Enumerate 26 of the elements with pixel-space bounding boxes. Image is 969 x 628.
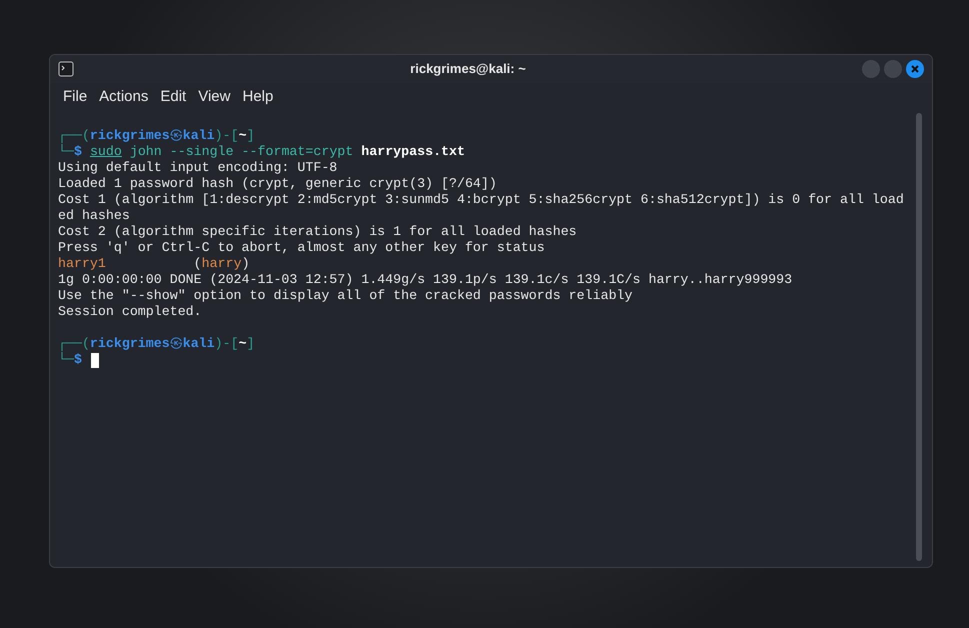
output-line: Session completed. <box>58 304 202 320</box>
output-line: Press 'q' or Ctrl-C to abort, almost any other key for status <box>58 240 545 256</box>
prompt-line: ┌──(rickgrimes㉿kali)-[~] <box>58 336 255 352</box>
scrollbar[interactable] <box>916 113 922 561</box>
prompt-line: ┌──(rickgrimes㉿kali)-[~] <box>58 128 255 144</box>
close-icon <box>911 65 919 73</box>
text-cursor <box>90 352 99 368</box>
prompt-symbol: └─$ <box>58 352 82 368</box>
command-line: └─$ sudo john --single --format=crypt harrypass.txt <box>58 144 465 160</box>
output-line: Use the "--show" option to display all of the cracked passwords reliably <box>58 288 633 304</box>
output-line: Cost 2 (algorithm specific iterations) is 1 for all loaded hashes <box>58 224 577 240</box>
output-line: Cost 1 (algorithm [1:descrypt 2:md5crypt 3:sunmd5 4:bcrypt 5:sha256crypt 6:sha512crypt]) is 0 for all load <box>58 192 904 208</box>
terminal-icon <box>58 61 74 77</box>
menu-item[interactable]: Actions <box>94 86 154 108</box>
output-line: ed hashes <box>58 208 130 224</box>
cracked-password-line: harry1 (harry) <box>58 256 250 272</box>
menu-item[interactable]: Edit <box>155 86 192 108</box>
menu-item[interactable]: File <box>58 86 92 108</box>
output-line: 1g 0:00:00:00 DONE (2024-11-03 12:57) 1.449g/s 139.1p/s 139.1c/s 139.1C/s harry..harry999993 <box>58 272 792 288</box>
menu-item[interactable]: Help <box>237 86 278 108</box>
close-button[interactable] <box>906 60 924 78</box>
output-line: Loaded 1 password hash (crypt, generic crypt(3) [?/64]) <box>58 176 497 192</box>
minimize-button[interactable] <box>862 60 880 78</box>
menu-item[interactable]: View <box>193 86 236 108</box>
window-title: rickgrimes@kali: ~ <box>410 60 526 78</box>
output-line: Using default input encoding: UTF-8 <box>58 160 338 176</box>
